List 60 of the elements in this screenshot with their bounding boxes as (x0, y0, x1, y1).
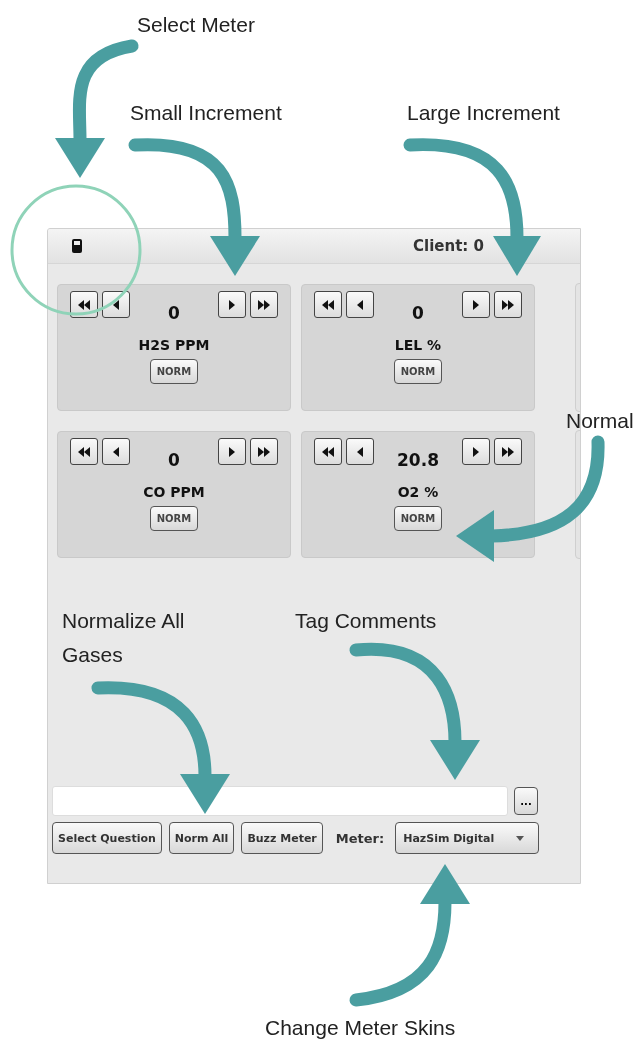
gauge-value: 20.8 (397, 450, 439, 470)
action-button[interactable]: Buzz Meter (241, 822, 323, 854)
left-triangle-icon (113, 299, 119, 310)
norm-button[interactable]: NORM (149, 506, 199, 531)
action-button[interactable]: Select Question (52, 822, 162, 854)
large-increment-button[interactable] (250, 438, 278, 465)
large-increment-button[interactable] (250, 291, 278, 318)
large-increment-button[interactable] (494, 438, 522, 465)
annotation-label: Small Increment (130, 100, 283, 126)
right-triangle-icon (229, 446, 235, 457)
annotation-label: Select Meter (137, 12, 256, 38)
gas-label: O2 % (397, 484, 439, 500)
left-triangle-icon (113, 446, 119, 457)
dropdown-caret-icon (516, 835, 525, 841)
double-left-triangle-icon (322, 299, 334, 310)
gas-label: LEL % (394, 337, 442, 353)
more-button[interactable]: ... (514, 787, 538, 815)
gas-label: H2S PPM (138, 337, 210, 353)
meter-label: Meter: (335, 830, 385, 846)
norm-button[interactable]: NORM (393, 359, 443, 384)
double-left-triangle-icon (78, 299, 90, 310)
small-increment-button[interactable] (218, 438, 246, 465)
gauge-value: 0 (168, 450, 180, 470)
double-right-triangle-icon (502, 299, 514, 310)
large-increment-button[interactable] (494, 291, 522, 318)
gas-label: CO PPM (143, 484, 205, 500)
double-right-triangle-icon (502, 446, 514, 457)
small-increment-button[interactable] (218, 291, 246, 318)
large-decrement-button[interactable] (314, 291, 342, 318)
annotation-label: Change Meter Skins (265, 1015, 457, 1040)
double-right-triangle-icon (258, 446, 270, 457)
meter-icon[interactable] (72, 239, 82, 253)
double-left-triangle-icon (322, 446, 334, 457)
right-triangle-icon (473, 299, 479, 310)
norm-button[interactable]: NORM (149, 359, 199, 384)
large-decrement-button[interactable] (314, 438, 342, 465)
action-button[interactable]: Norm All (168, 822, 235, 854)
small-decrement-button[interactable] (346, 438, 374, 465)
gauge-value: 0 (412, 303, 424, 323)
left-triangle-icon (357, 446, 363, 457)
small-decrement-button[interactable] (346, 291, 374, 318)
small-decrement-button[interactable] (102, 438, 130, 465)
large-decrement-button[interactable] (70, 438, 98, 465)
annotation-label: Normalize All Gases (62, 608, 186, 668)
meter-dropdown[interactable]: HazSim Digital (395, 822, 540, 854)
gauge-value: 0 (168, 303, 180, 323)
client-label: Client: 0 (413, 237, 484, 255)
right-triangle-icon (473, 446, 479, 457)
annotation-label: Normal (566, 408, 635, 434)
annotation-label: Tag Comments (295, 608, 438, 634)
comment-field[interactable] (52, 786, 508, 816)
small-increment-button[interactable] (462, 291, 490, 318)
small-increment-button[interactable] (462, 438, 490, 465)
large-decrement-button[interactable] (70, 291, 98, 318)
norm-button[interactable]: NORM (393, 506, 443, 531)
left-triangle-icon (357, 299, 363, 310)
double-left-triangle-icon (78, 446, 90, 457)
annotation-label: Large Increment (407, 100, 561, 126)
right-triangle-icon (229, 299, 235, 310)
double-right-triangle-icon (258, 299, 270, 310)
